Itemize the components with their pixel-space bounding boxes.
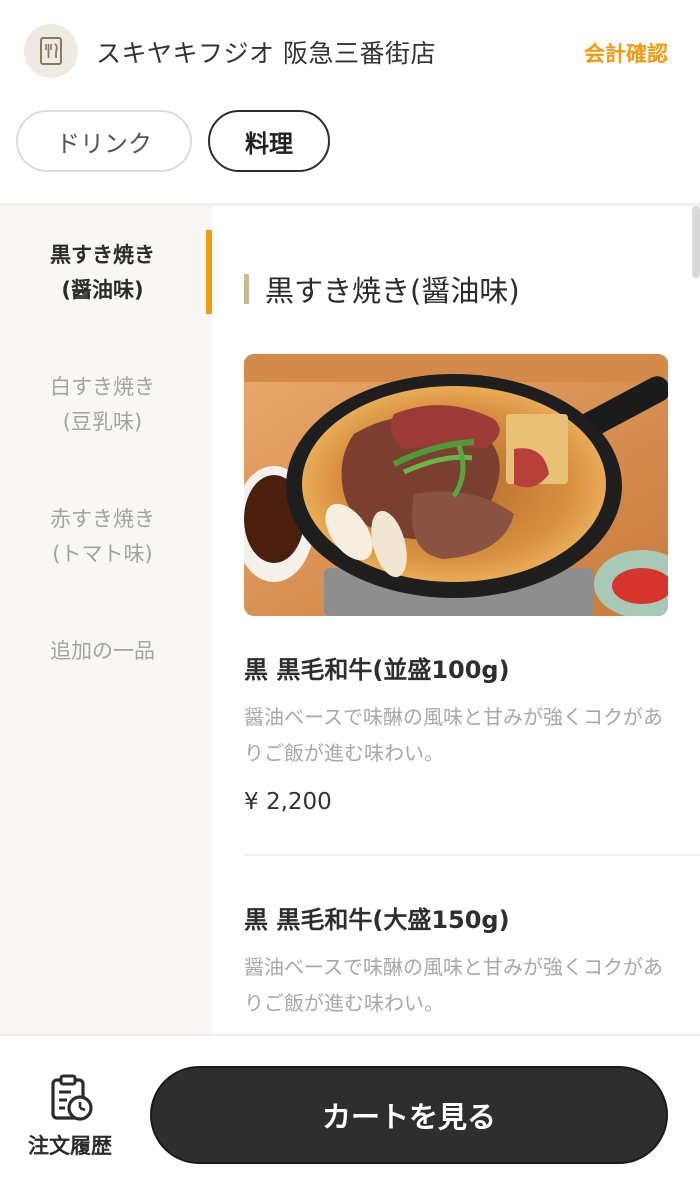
sidebar-item-aka-sukiyaki[interactable]: 赤すき焼き (トマト味) — [0, 502, 205, 572]
section-title: 黒すき焼き(醤油味) — [244, 268, 520, 310]
order-history-button[interactable]: 注文履歴 — [18, 1074, 122, 1160]
view-cart-button[interactable]: カートを見る — [150, 1066, 668, 1164]
menu-item-card[interactable]: 黒 黒毛和牛(大盛150g) 醤油ベースで味醂の風味と甘みが強くコクがありご飯が… — [244, 900, 684, 1021]
checkout-confirm-link[interactable]: 会計確認 — [584, 38, 668, 68]
menu-item-name: 黒 黒毛和牛(並盛100g) — [244, 656, 510, 684]
restaurant-menu-icon — [24, 24, 78, 78]
sidebar-item-label: 白すき焼き — [50, 375, 155, 399]
sidebar-item-sublabel: (醤油味) — [61, 278, 144, 302]
sidebar-item-sublabel: (豆乳味) — [62, 410, 143, 434]
menu-item-price: ¥ 2,200 — [244, 789, 332, 815]
sidebar-item-shiro-sukiyaki[interactable]: 白すき焼き (豆乳味) — [0, 370, 205, 440]
sukiyaki-photo[interactable] — [244, 354, 668, 616]
bottom-bar: 注文履歴 カートを見る — [0, 1034, 700, 1184]
sidebar-item-label: 黒すき焼き — [50, 243, 155, 267]
menu-item-description: 醤油ベースで味醂の風味と甘みが強くコクがありご飯が進む味わい。 — [244, 705, 663, 765]
tab-drink[interactable]: ドリンク — [16, 110, 192, 172]
tab-food[interactable]: 料理 — [208, 110, 330, 172]
scrollbar[interactable] — [692, 206, 700, 278]
shop-name: スキヤキフジオ 阪急三番街店 — [96, 39, 436, 68]
order-history-label: 注文履歴 — [28, 1134, 112, 1158]
category-sidebar: 黒すき焼き (醤油味) 白すき焼き (豆乳味) 赤すき焼き (トマト味) 追加の… — [0, 206, 212, 1034]
sidebar-item-sublabel: (トマト味) — [52, 542, 153, 566]
sidebar-item-label: 赤すき焼き — [50, 507, 155, 531]
sidebar-item-extras[interactable]: 追加の一品 — [0, 634, 205, 669]
sidebar-item-kuro-sukiyaki[interactable]: 黒すき焼き (醤油味) — [0, 238, 205, 308]
section-title-text: 黒すき焼き(醤油味) — [265, 274, 520, 308]
divider — [244, 854, 700, 856]
category-tabs: ドリンク 料理 — [0, 108, 700, 180]
menu-content: 黒すき焼き(醤油味) 黒 黒毛和牛(並盛100g) 醤油ベースで味醂の風味と甘み… — [212, 206, 700, 1034]
section-bar — [244, 274, 249, 304]
sidebar-item-label: 追加の一品 — [50, 639, 155, 663]
clipboard-clock-icon — [18, 1074, 122, 1128]
menu-item-card[interactable]: 黒 黒毛和牛(並盛100g) 醤油ベースで味醂の風味と甘みが強くコクがありご飯が… — [244, 650, 684, 815]
menu-item-name: 黒 黒毛和牛(大盛150g) — [244, 906, 510, 934]
menu-item-description: 醤油ベースで味醂の風味と甘みが強くコクがありご飯が進む味わい。 — [244, 955, 663, 1015]
app-header: スキヤキフジオ 阪急三番街店 会計確認 — [0, 0, 700, 100]
